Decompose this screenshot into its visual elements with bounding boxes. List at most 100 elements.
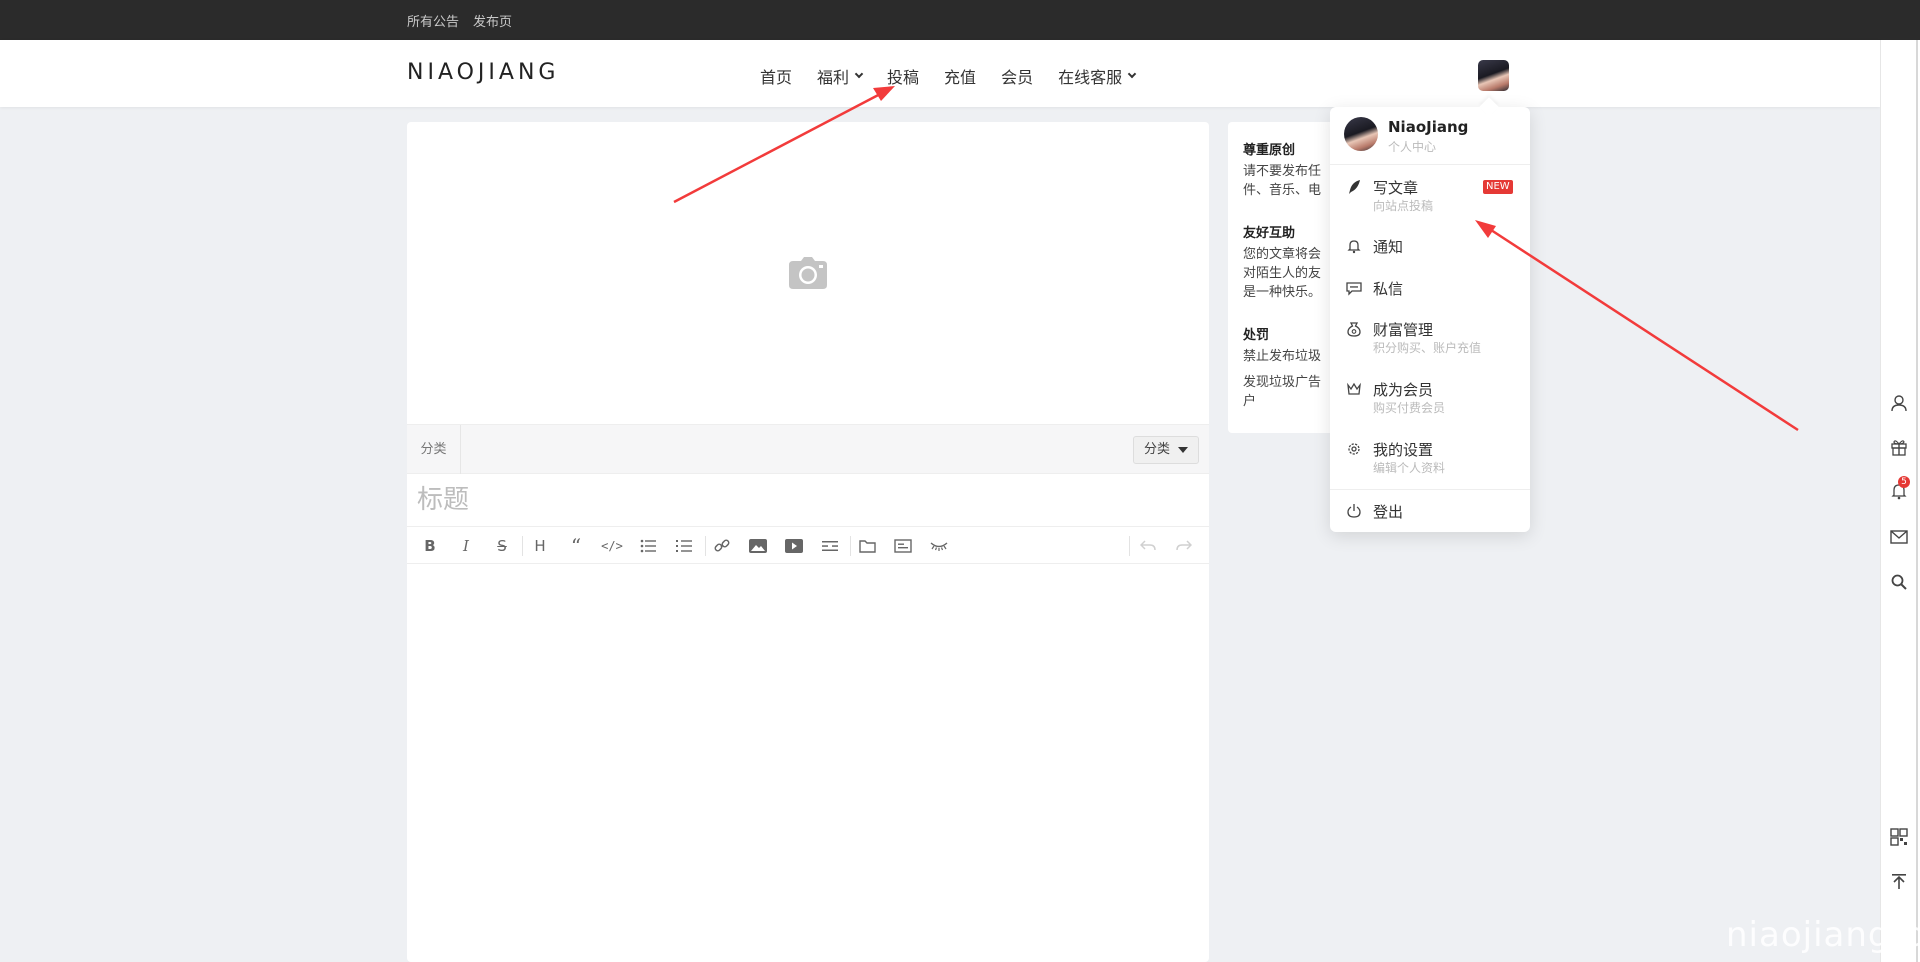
hide-icon[interactable] — [929, 536, 949, 556]
avatar — [1344, 117, 1378, 151]
user-name: NiaoJiang — [1388, 118, 1469, 136]
section-line: 请不要发布任 — [1243, 164, 1322, 179]
menu-item-sub: 购买付费会员 — [1373, 401, 1446, 415]
toolbar-divider — [1129, 536, 1130, 556]
menu-item-label: 成为会员 — [1373, 381, 1434, 399]
menu-divider — [1330, 489, 1530, 490]
code-icon[interactable]: </> — [601, 536, 623, 556]
main-nav: 首页 福利 投稿 充值 会员 在线客服 — [760, 64, 1137, 88]
menu-item-notifications[interactable]: 通知 — [1330, 238, 1530, 268]
chat-icon — [1346, 282, 1362, 296]
nav-item-submit[interactable]: 投稿 — [887, 64, 919, 88]
crown-icon — [1347, 382, 1361, 395]
redo-icon[interactable] — [1174, 536, 1194, 556]
camera-icon — [789, 257, 827, 289]
scrollbar-track[interactable] — [1916, 40, 1918, 962]
money-bag-icon — [1347, 322, 1361, 337]
site-logo[interactable]: NIAOJIANG — [407, 60, 559, 85]
menu-item-label: 我的设置 — [1373, 441, 1434, 459]
title-input[interactable] — [407, 474, 1209, 526]
watermark-text: niaojiang.c — [1726, 915, 1920, 955]
chevron-down-icon — [854, 69, 864, 79]
quote-icon[interactable]: “ — [566, 534, 586, 558]
user-dropdown-menu: NiaoJiang 个人中心 写文章 向站点投稿 NEW 通知 私信 财富管理 … — [1330, 97, 1530, 532]
menu-item-label: 写文章 — [1373, 179, 1419, 197]
nav-label: 充值 — [944, 68, 977, 87]
cover-upload[interactable] — [407, 122, 1209, 424]
nav-label: 投稿 — [887, 68, 920, 87]
bell-icon — [1347, 240, 1361, 254]
section-line: 对陌生人的友 — [1243, 266, 1322, 281]
italic-icon[interactable]: I — [456, 536, 476, 556]
menu-item-label: 通知 — [1373, 238, 1404, 256]
site-header: NIAOJIANG 首页 福利 投稿 充值 会员 在线客服 — [0, 40, 1880, 107]
category-select[interactable]: 分类 — [1132, 436, 1199, 464]
top-bar: 所有公告 发布页 — [0, 0, 1920, 40]
category-bar: 分类 分类 — [407, 424, 1209, 475]
menu-item-label: 财富管理 — [1373, 321, 1434, 339]
folder-icon[interactable] — [857, 536, 877, 556]
caret-down-icon — [1178, 447, 1188, 453]
user-center-label: 个人中心 — [1388, 140, 1437, 154]
chevron-down-icon — [1127, 69, 1137, 79]
toolbar-divider — [850, 536, 851, 556]
section-line: 禁止发布垃圾 — [1243, 349, 1322, 364]
nav-item-home[interactable]: 首页 — [760, 64, 792, 88]
power-icon — [1347, 504, 1361, 518]
heading-icon[interactable]: H — [530, 536, 550, 556]
unordered-list-icon[interactable] — [638, 536, 658, 556]
menu-item-settings[interactable]: 我的设置 编辑个人资料 — [1330, 441, 1530, 481]
section-line: 户 — [1243, 394, 1257, 409]
nav-item-support[interactable]: 在线客服 — [1058, 64, 1137, 88]
gift-icon[interactable] — [1890, 438, 1908, 456]
section-line: 是一种快乐。 — [1243, 285, 1322, 300]
publish-page-link[interactable]: 发布页 — [473, 11, 512, 30]
menu-item-logout[interactable]: 登出 — [1330, 503, 1530, 527]
post-editor: 分类 分类 B I S H “ </> — [407, 122, 1209, 962]
strikethrough-icon[interactable]: S — [492, 536, 512, 556]
nav-item-recharge[interactable]: 充值 — [944, 64, 976, 88]
category-select-value: 分类 — [1143, 442, 1170, 457]
menu-item-wealth[interactable]: 财富管理 积分购买、账户充值 — [1330, 321, 1530, 361]
back-to-top-icon[interactable] — [1890, 872, 1908, 890]
menu-item-membership[interactable]: 成为会员 购买付费会员 — [1330, 381, 1530, 421]
card-icon[interactable] — [893, 536, 913, 556]
menu-item-write-article[interactable]: 写文章 向站点投稿 NEW — [1330, 179, 1530, 219]
qrcode-icon[interactable] — [1890, 828, 1908, 846]
menu-item-label: 登出 — [1373, 503, 1404, 521]
section-heading: 处罚 — [1243, 328, 1270, 343]
category-label: 分类 — [407, 425, 461, 475]
notification-bell[interactable]: 5 — [1890, 476, 1910, 500]
new-badge: NEW — [1483, 180, 1513, 194]
notification-count: 5 — [1898, 476, 1910, 488]
nav-item-welfare[interactable]: 福利 — [817, 64, 864, 88]
editor-toolbar: B I S H “ </> — [407, 526, 1209, 564]
bold-icon[interactable]: B — [420, 536, 440, 556]
nav-label: 福利 — [817, 68, 850, 87]
menu-item-sub: 编辑个人资料 — [1373, 461, 1446, 475]
nav-label: 在线客服 — [1058, 68, 1123, 87]
user-center-link[interactable]: NiaoJiang 个人中心 — [1330, 107, 1530, 165]
section-line: 发现垃圾广告 — [1243, 375, 1322, 390]
user-icon[interactable] — [1890, 394, 1908, 412]
gear-icon — [1348, 443, 1360, 455]
announcements-link[interactable]: 所有公告 — [407, 11, 459, 30]
user-avatar[interactable] — [1478, 60, 1509, 91]
horizontal-rule-icon[interactable] — [820, 536, 840, 556]
page-scrollbar[interactable] — [1880, 40, 1920, 962]
menu-item-sub: 积分购买、账户充值 — [1373, 341, 1482, 355]
mail-icon[interactable] — [1890, 528, 1908, 546]
image-icon[interactable] — [748, 536, 768, 556]
menu-item-messages[interactable]: 私信 — [1330, 280, 1530, 310]
video-icon[interactable] — [784, 536, 804, 556]
section-heading: 友好互助 — [1243, 226, 1296, 241]
nav-item-member[interactable]: 会员 — [1001, 64, 1033, 88]
toolbar-divider — [705, 536, 706, 556]
feather-icon — [1349, 180, 1360, 194]
ordered-list-icon[interactable] — [674, 536, 694, 556]
search-icon[interactable] — [1890, 573, 1908, 591]
submission-guidelines: 尊重原创 请不要发布任 件、音乐、电 友好互助 您的文章将会 对陌生人的友 是一… — [1228, 122, 1336, 433]
menu-item-sub: 向站点投稿 — [1373, 199, 1434, 213]
undo-icon[interactable] — [1138, 536, 1158, 556]
link-icon[interactable] — [712, 536, 732, 556]
